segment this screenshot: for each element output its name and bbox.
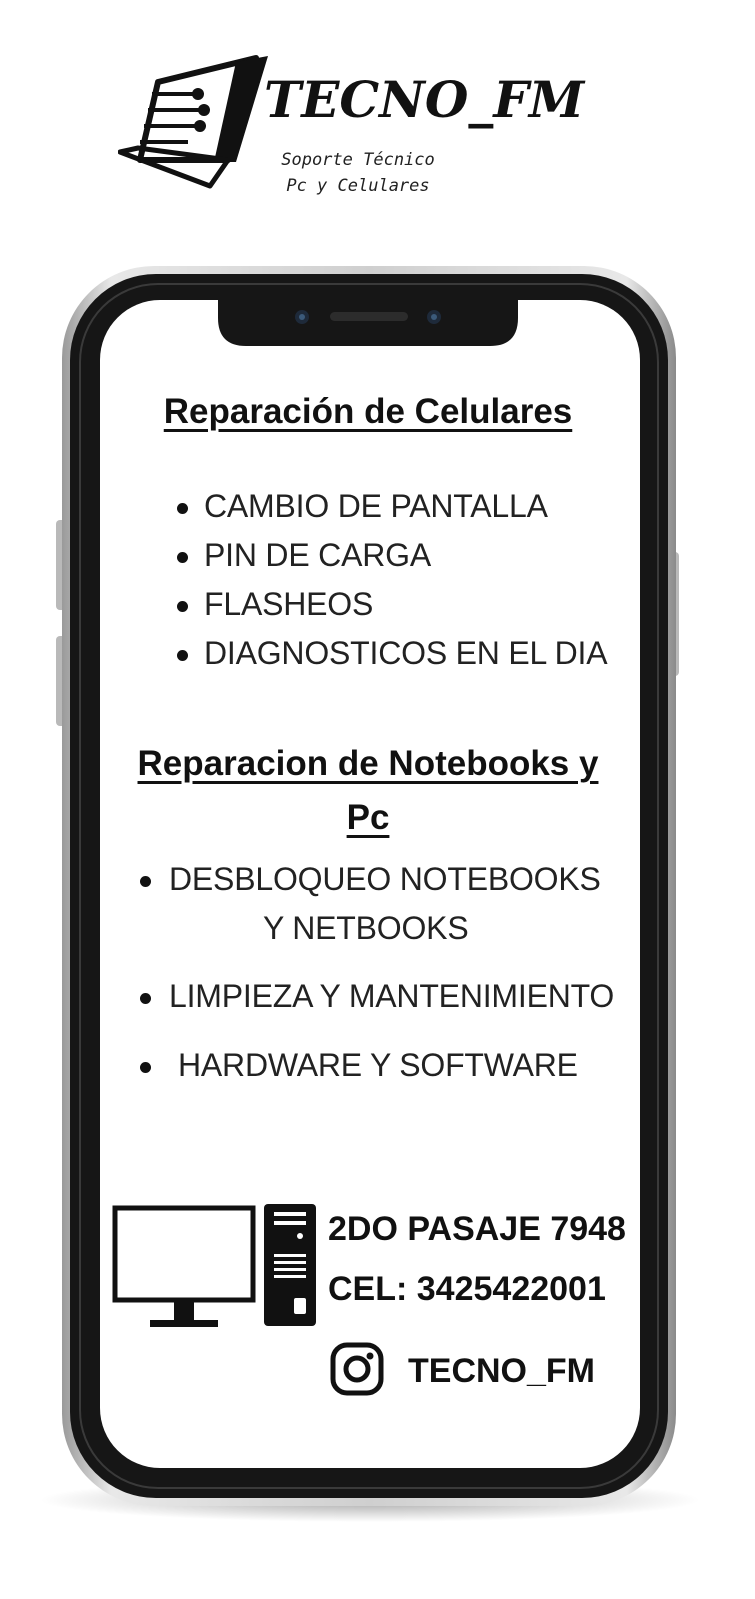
section-title-celulares: Reparación de Celulares [163,392,573,431]
instagram-icon[interactable] [330,1342,384,1396]
section-title-notebooks-line2: Pc [346,798,390,837]
instagram-handle[interactable]: TECNO_FM [408,1352,595,1391]
address-text: 2DO PASAJE 7948 [328,1210,626,1248]
bullet-icon [177,503,188,514]
bullet-icon [140,993,151,1004]
bullet-icon [177,650,188,661]
phone-screen: Reparación de Celulares CAMBIO DE PANTAL… [100,300,640,1468]
bullet-icon [140,1062,151,1073]
phone-text: CEL: 3425422001 [328,1270,606,1308]
list-item: DIAGNOSTICOS EN EL DIA [204,635,608,671]
bullet-icon [177,552,188,563]
list-item: LIMPIEZA Y MANTENIMIENTO [169,978,615,1014]
bullet-icon [140,876,151,887]
section-title-notebooks: Reparacion de Notebooks y [137,744,599,783]
list-item: PIN DE CARGA [204,537,431,573]
list-item: CAMBIO DE PANTALLA [204,488,548,524]
desktop-computer-icon [112,1204,316,1327]
list-item: DESBLOQUEO NOTEBOOKS [169,861,601,897]
list-item-continuation: Y NETBOOKS [263,910,469,946]
list-item: FLASHEOS [204,586,374,622]
bullet-icon [177,601,188,612]
list-item: HARDWARE Y SOFTWARE [178,1047,578,1083]
